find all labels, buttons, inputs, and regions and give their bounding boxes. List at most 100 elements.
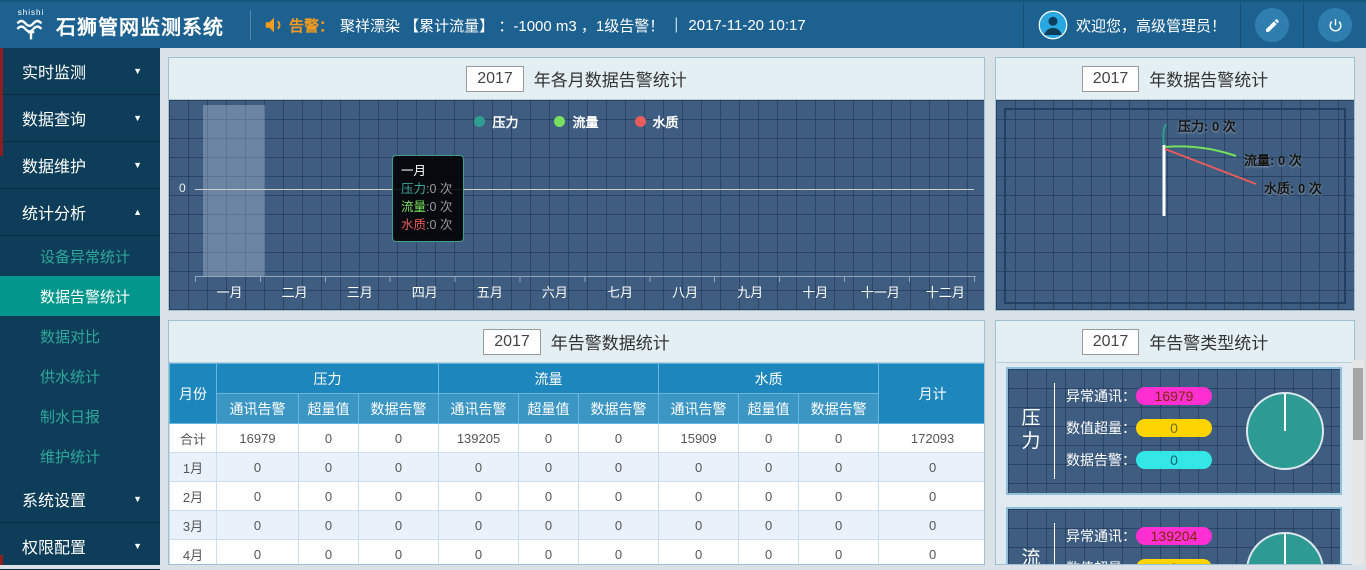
table-subcol-row: 通讯告警 超量值 数据告警 通讯告警 超量值 数据告警 通讯告警 超量值 数据告…: [170, 394, 986, 424]
sidebar-item-water-production-daily[interactable]: 制水日报: [0, 396, 160, 436]
pie-label-flow: 流量: 0 次: [1244, 150, 1302, 169]
row-cell-value: 15909: [659, 424, 739, 453]
row-cell-value: 0: [739, 453, 799, 482]
sidebar-item-permissions[interactable]: 权限配置 ▼: [0, 523, 160, 570]
col-comm-alarm: 通讯告警: [439, 394, 519, 424]
types-panel-scrollbar[interactable]: [1352, 360, 1364, 565]
legend-item-pressure[interactable]: 压力: [474, 112, 518, 131]
waves-logo-icon: shishi: [14, 9, 48, 41]
year-input[interactable]: 2017: [466, 66, 524, 92]
sidebar-item-water-supply-stats[interactable]: 供水统计: [0, 356, 160, 396]
year-input[interactable]: 2017: [1082, 66, 1140, 92]
x-axis-label: 十二月: [913, 282, 978, 301]
sidebar-item-system-settings[interactable]: 系统设置 ▼: [0, 476, 160, 523]
sidebar-item-realtime[interactable]: 实时监测 ▼: [0, 48, 160, 95]
year-input[interactable]: 2017: [1082, 329, 1140, 355]
x-axis-label: 五月: [457, 282, 522, 301]
col-data-alarm: 数据告警: [359, 394, 439, 424]
row-cell-value: 0: [579, 453, 659, 482]
avatar-icon: [1038, 10, 1068, 40]
row-cell-value: 0: [659, 482, 739, 511]
stat-badge-over: 0: [1136, 559, 1212, 565]
stat-row: 数值超量： 0: [1066, 552, 1212, 565]
alarm-label: 告警：: [289, 15, 334, 36]
x-axis-label: 四月: [392, 282, 457, 301]
row-cell-value: 0: [659, 540, 739, 566]
tooltip-value: :0 次: [426, 200, 452, 214]
row-cell-value: 0: [799, 540, 879, 566]
row-cell-value: 0: [879, 511, 985, 540]
panel-header: 2017 年告警数据统计: [169, 321, 984, 363]
sidebar-item-data-alarm-stats[interactable]: 数据告警统计: [0, 276, 160, 316]
submenu-label: 制水日报: [40, 406, 100, 427]
x-axis-label: 六月: [522, 282, 587, 301]
row-cell-value: 0: [299, 540, 359, 566]
pencil-icon: [1264, 17, 1281, 34]
x-axis-label: 七月: [587, 282, 652, 301]
menu-label: 数据查询: [22, 106, 86, 130]
legend-label: 水质: [653, 112, 679, 131]
panel-header: 2017 年告警类型统计: [996, 321, 1354, 363]
submenu-label: 设备异常统计: [40, 246, 130, 267]
row-cell-value: 0: [799, 453, 879, 482]
row-cell-value: 0: [739, 482, 799, 511]
stat-badge-data: 0: [1136, 451, 1212, 469]
x-axis-label: 三月: [327, 282, 392, 301]
panel-title: 年各月数据告警统计: [534, 66, 687, 91]
monthly-chart: 压力 流量 水质 0 一月 压力:0 次 流量:0 次 水质:0 次: [169, 100, 984, 311]
row-cell-value: 0: [519, 453, 579, 482]
row-cell-value: 0: [579, 424, 659, 453]
sidebar-item-device-anomaly-stats[interactable]: 设备异常统计: [0, 236, 160, 276]
stat-label: 数值超量：: [1066, 418, 1136, 438]
pie-chart-flow: [1246, 532, 1324, 565]
stat-row: 数据告警： 0: [1066, 444, 1212, 476]
stat-badge-comm: 139204: [1136, 527, 1212, 545]
panel-alarm-type-stats: 2017 年告警类型统计 压力 异常通讯： 16979 数值超量： 0 数据告警…: [995, 320, 1355, 565]
x-axis-label: 十月: [783, 282, 848, 301]
panel-monthly-alarm-chart: 2017 年各月数据告警统计 压力 流量 水质 0: [168, 57, 985, 311]
y-axis-zero-label: 0: [179, 181, 186, 195]
row-cell-value: 0: [217, 453, 299, 482]
legend-item-flow[interactable]: 流量: [554, 112, 598, 131]
card-separator: [1054, 523, 1055, 565]
stat-label: 数值超量：: [1066, 558, 1136, 565]
sidebar-item-data-maintenance[interactable]: 数据维护 ▼: [0, 142, 160, 189]
legend-item-quality[interactable]: 水质: [635, 112, 679, 131]
panel-title: 年告警数据统计: [551, 329, 670, 354]
yearly-chart: 压力: 0 次 流量: 0 次 水质: 0 次: [996, 100, 1354, 311]
row-cell-value: 0: [439, 540, 519, 566]
row-cell-value: 0: [799, 424, 879, 453]
col-total: 月计: [879, 364, 985, 424]
col-over-limit: 超量值: [739, 394, 799, 424]
scrollbar-thumb[interactable]: [1353, 368, 1363, 440]
row-cell-value: 0: [299, 511, 359, 540]
row-cell-value: 0: [217, 482, 299, 511]
row-cell-value: 0: [879, 540, 985, 566]
stat-row: 异常通讯： 16979: [1066, 380, 1212, 412]
row-cell-value: 0: [299, 453, 359, 482]
stat-badge-over: 0: [1136, 419, 1212, 437]
zero-value-line: [195, 189, 974, 190]
tooltip-series: 水质: [401, 218, 426, 232]
chart-tooltip: 一月 压力:0 次 流量:0 次 水质:0 次: [392, 155, 464, 242]
x-axis-label: 十一月: [848, 282, 913, 301]
sidebar-item-data-query[interactable]: 数据查询 ▼: [0, 95, 160, 142]
tooltip-row: 水质:0 次: [401, 216, 455, 234]
row-cell-value: 0: [299, 482, 359, 511]
power-button[interactable]: [1318, 8, 1352, 42]
edit-button[interactable]: [1255, 8, 1289, 42]
row-cell-value: 0: [519, 540, 579, 566]
sidebar-item-maintenance-stats[interactable]: 维护统计: [0, 436, 160, 476]
sidebar-item-data-compare[interactable]: 数据对比: [0, 316, 160, 356]
col-over-limit: 超量值: [299, 394, 359, 424]
row-month-label: 3月: [170, 511, 217, 540]
row-month-label: 4月: [170, 540, 217, 566]
col-data-alarm: 数据告警: [799, 394, 879, 424]
row-cell-value: 0: [439, 511, 519, 540]
row-cell-value: 0: [359, 540, 439, 566]
year-input[interactable]: 2017: [483, 329, 541, 355]
row-cell-value: 16979: [217, 424, 299, 453]
col-group-pressure: 压力: [217, 364, 439, 394]
panel-title: 年告警类型统计: [1149, 329, 1268, 354]
sidebar-item-statistics[interactable]: 统计分析 ▲: [0, 189, 160, 236]
